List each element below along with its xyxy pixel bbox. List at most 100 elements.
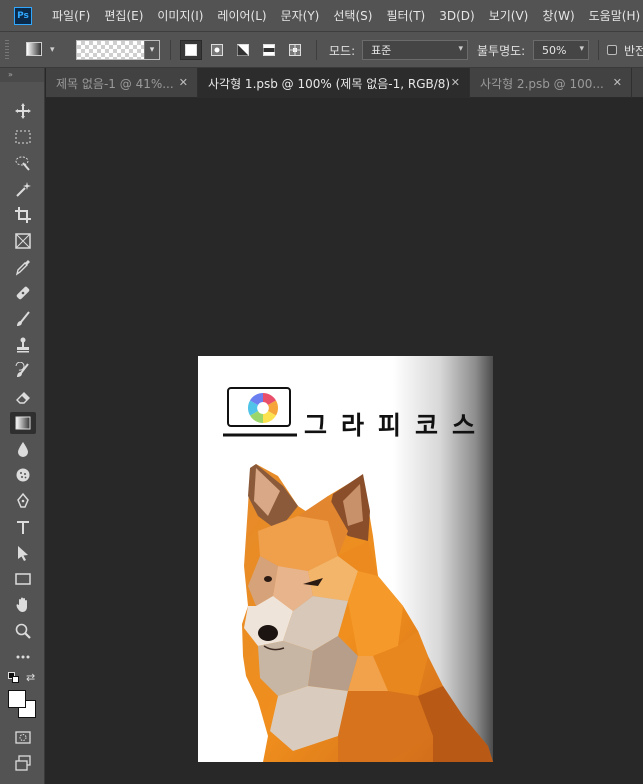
linear-gradient-button[interactable]: [180, 40, 202, 60]
blur-icon: [18, 442, 28, 457]
linear-gradient-icon: [185, 44, 197, 56]
brush-icon: [17, 311, 30, 326]
tool-preset-picker[interactable]: [26, 42, 42, 56]
hand-tool[interactable]: [10, 594, 36, 616]
close-icon[interactable]: ✕: [451, 76, 460, 89]
tab-untitled-1[interactable]: 제목 없음-1 @ 41%... ✕: [46, 68, 198, 98]
tools-panel: » ⇄: [0, 68, 45, 784]
clone-stamp-tool[interactable]: [10, 334, 36, 356]
rectangle-tool[interactable]: [10, 568, 36, 590]
reverse-checkbox[interactable]: [607, 45, 617, 55]
zoom-icon: [15, 623, 31, 639]
quick-mask-button[interactable]: [10, 726, 36, 748]
quick-select-icon: [15, 156, 30, 171]
angle-gradient-icon: [237, 44, 249, 56]
foreground-color-swatch[interactable]: [8, 690, 26, 708]
sponge-icon: [16, 468, 30, 482]
sponge-tool[interactable]: [10, 464, 36, 486]
opacity-input[interactable]: 50% ▾: [533, 40, 589, 60]
menu-type[interactable]: 문자(Y): [281, 7, 320, 24]
brush-tool[interactable]: [10, 308, 36, 330]
path-select-tool[interactable]: [10, 542, 36, 564]
eraser-icon: [16, 392, 30, 404]
mode-value: 표준: [371, 44, 392, 57]
radial-gradient-icon: [211, 44, 223, 56]
gradient-dropdown-chevron-icon[interactable]: ▾: [144, 41, 159, 59]
menu-filter[interactable]: 필터(T): [386, 7, 425, 24]
healing-brush-icon: [16, 286, 30, 300]
radial-gradient-button[interactable]: [206, 40, 228, 60]
default-colors-icon[interactable]: [8, 672, 20, 687]
eraser-tool[interactable]: [10, 386, 36, 408]
blur-tool[interactable]: [10, 438, 36, 460]
low-poly-fox-image: [242, 464, 493, 762]
move-tool[interactable]: [10, 100, 36, 122]
crop-icon: [15, 207, 31, 223]
mode-select[interactable]: 표준 ▾: [362, 40, 468, 60]
options-grip[interactable]: [5, 40, 9, 60]
more-tools-icon: [16, 655, 30, 659]
frame-icon: [15, 233, 31, 249]
pen-tool[interactable]: [10, 490, 36, 512]
reverse-label: 반전: [624, 43, 643, 58]
reflected-gradient-icon: [263, 44, 275, 56]
menu-image[interactable]: 이미지(I): [157, 7, 203, 24]
mode-label: 모드:: [329, 43, 356, 58]
swap-colors-icon[interactable]: ⇄: [26, 671, 35, 684]
close-icon[interactable]: ✕: [613, 76, 622, 89]
tab-label: 사각형 2.psb @ 100...: [480, 76, 604, 91]
menu-edit[interactable]: 편집(E): [104, 7, 143, 24]
screen-mode-icon: [15, 755, 31, 771]
screen-mode-button[interactable]: [10, 752, 36, 774]
history-brush-tool[interactable]: [10, 360, 36, 382]
document-canvas[interactable]: 그라피코스: [198, 356, 493, 762]
tab-rectangle-2[interactable]: 사각형 2.psb @ 100... ✕: [470, 68, 632, 98]
eyedropper-tool[interactable]: [10, 256, 36, 278]
diamond-gradient-icon: [289, 44, 301, 56]
path-select-icon: [18, 546, 28, 561]
tool-preset-chevron-icon[interactable]: ▾: [50, 32, 55, 68]
magic-wand-icon: [16, 182, 31, 197]
gradient-picker[interactable]: ▾: [76, 40, 160, 60]
close-icon[interactable]: ✕: [179, 76, 188, 89]
menu-help[interactable]: 도움말(H): [589, 7, 641, 24]
color-swatches: [8, 688, 38, 722]
options-bar: ▾ ▾ 모드: 표준 ▾ 불투명도: 50% ▾ 반전: [0, 32, 643, 68]
document-tabs: 제목 없음-1 @ 41%... ✕ 사각형 1.psb @ 100% (제목 …: [46, 68, 643, 98]
menu-bar: Ps 파일(F) 편집(E) 이미지(I) 레이어(L) 문자(Y) 선택(S)…: [0, 0, 643, 32]
menu-view[interactable]: 보기(V): [489, 7, 529, 24]
menu-window[interactable]: 창(W): [542, 7, 574, 24]
quick-select-tool[interactable]: [10, 152, 36, 174]
more-tools[interactable]: [10, 646, 36, 668]
angle-gradient-button[interactable]: [232, 40, 254, 60]
mode-chevron-icon: ▾: [458, 44, 463, 54]
rectangle-icon: [15, 573, 31, 585]
clone-stamp-icon: [17, 337, 29, 353]
type-tool[interactable]: [10, 516, 36, 538]
type-icon: [17, 521, 29, 534]
frame-tool[interactable]: [10, 230, 36, 252]
reflected-gradient-button[interactable]: [258, 40, 280, 60]
menu-select[interactable]: 선택(S): [333, 7, 372, 24]
tools-collapse-icon[interactable]: »: [0, 68, 44, 82]
magic-wand-tool[interactable]: [10, 178, 36, 200]
pen-icon: [17, 492, 29, 508]
opacity-label: 불투명도:: [477, 43, 526, 58]
quick-mask-icon: [15, 731, 31, 744]
move-icon: [15, 103, 31, 119]
hand-icon: [16, 597, 27, 612]
tab-rectangle-1[interactable]: 사각형 1.psb @ 100% (제목 없음-1, RGB/8) ✕: [198, 68, 470, 98]
photoshop-logo[interactable]: Ps: [14, 6, 32, 25]
menu-3d[interactable]: 3D(D): [439, 9, 474, 23]
zoom-tool[interactable]: [10, 620, 36, 642]
healing-brush-tool[interactable]: [10, 282, 36, 304]
crop-tool[interactable]: [10, 204, 36, 226]
gradient-tool[interactable]: [10, 412, 36, 434]
marquee-tool[interactable]: [10, 126, 36, 148]
tab-label: 사각형 1.psb @ 100% (제목 없음-1, RGB/8): [208, 76, 451, 91]
marquee-icon: [15, 130, 31, 144]
gradient-icon: [15, 416, 31, 430]
diamond-gradient-button[interactable]: [284, 40, 306, 60]
menu-layer[interactable]: 레이어(L): [217, 7, 266, 24]
menu-file[interactable]: 파일(F): [52, 7, 90, 24]
